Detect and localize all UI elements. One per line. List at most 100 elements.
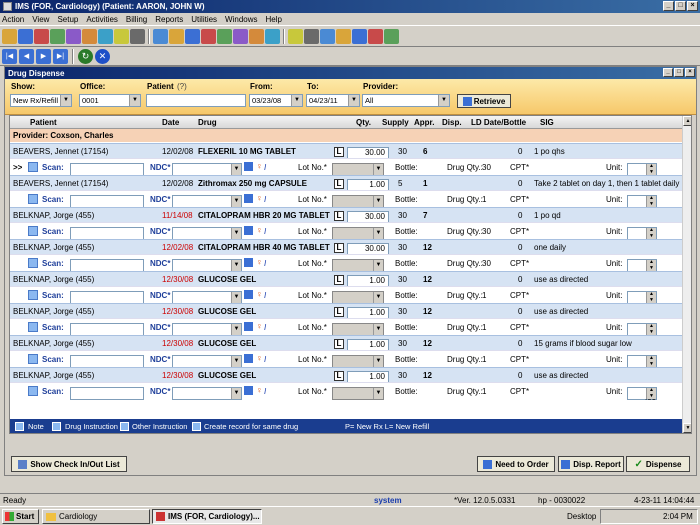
refill-l-icon[interactable]: L bbox=[334, 307, 344, 317]
taskbar-item-ims[interactable]: IMS (FOR, Cardiology)... bbox=[152, 509, 262, 524]
letter-icon[interactable] bbox=[185, 29, 200, 44]
next-record-icon[interactable]: ▶ bbox=[36, 48, 51, 64]
search-icon[interactable] bbox=[244, 322, 253, 331]
money-icon[interactable] bbox=[304, 29, 319, 44]
child-minimize-button[interactable]: _ bbox=[663, 68, 673, 77]
ledger-icon[interactable] bbox=[336, 29, 351, 44]
refill-l-icon[interactable]: L bbox=[334, 147, 344, 157]
ndc-select[interactable]: ▼ bbox=[172, 387, 242, 400]
table-row[interactable]: BEAVERS, Jennet (17154) 12/02/08 FLEXERIL … bbox=[10, 143, 682, 159]
cog-icon[interactable] bbox=[201, 29, 216, 44]
prev-record-icon[interactable]: ◀ bbox=[19, 48, 34, 64]
flask-icon[interactable] bbox=[153, 29, 168, 44]
patient-input[interactable] bbox=[146, 94, 246, 107]
note-icon[interactable] bbox=[28, 354, 38, 364]
menu-help[interactable]: Help bbox=[266, 15, 282, 24]
people-icon[interactable] bbox=[233, 29, 248, 44]
disp-report-button[interactable]: Disp. Report bbox=[558, 456, 624, 472]
note-icon[interactable] bbox=[28, 322, 38, 332]
report-icon[interactable] bbox=[265, 29, 280, 44]
office-select[interactable]: 0001 ▼ bbox=[79, 94, 141, 107]
note-icon[interactable] bbox=[28, 386, 38, 396]
spin-arrows-icon[interactable]: ▲ ▼ bbox=[646, 259, 656, 271]
person-icon[interactable]: ♀ bbox=[256, 385, 263, 395]
grid-vertical-scrollbar[interactable]: ▲ ▼ bbox=[682, 116, 691, 433]
start-button[interactable]: Start bbox=[2, 509, 39, 524]
to-date-field[interactable]: 04/23/11 ▼ bbox=[306, 94, 360, 107]
menu-setup[interactable]: Setup bbox=[57, 15, 78, 24]
refill-l-icon[interactable]: L bbox=[334, 275, 344, 285]
search-icon[interactable] bbox=[244, 226, 253, 235]
help-icon[interactable] bbox=[368, 29, 383, 44]
col-ld-date-bottle[interactable]: LD Date/Bottle bbox=[471, 118, 526, 127]
close-button[interactable]: × bbox=[687, 1, 698, 11]
spin-arrows-icon[interactable]: ▲ ▼ bbox=[646, 323, 656, 335]
search-icon[interactable] bbox=[244, 194, 253, 203]
table-row[interactable]: BELKNAP, Jorge (455) 11/14/08 CITALOPRAM H… bbox=[10, 207, 682, 223]
x-ray-icon[interactable] bbox=[169, 29, 184, 44]
info-icon[interactable]: I bbox=[264, 291, 266, 300]
info-icon[interactable]: I bbox=[264, 195, 266, 204]
dispense-button[interactable]: ✓ Dispense bbox=[626, 456, 690, 472]
refill-l-icon[interactable]: L bbox=[334, 179, 344, 189]
col-appr[interactable]: Appr. bbox=[414, 118, 434, 127]
refill-l-icon[interactable]: L bbox=[334, 371, 344, 381]
table-row[interactable]: BEAVERS, Jennet (17154) 12/02/08 Zithromax… bbox=[10, 175, 682, 191]
child-close-button[interactable]: × bbox=[685, 68, 695, 77]
doc-icon[interactable] bbox=[82, 29, 97, 44]
card-icon[interactable] bbox=[320, 29, 335, 44]
search-icon[interactable] bbox=[244, 386, 253, 395]
show-select[interactable]: New Rx/Refill ▼ bbox=[10, 94, 72, 107]
lot-select[interactable]: ▼ bbox=[332, 387, 384, 400]
col-supply[interactable]: Supply bbox=[382, 118, 409, 127]
menu-view[interactable]: View bbox=[32, 15, 49, 24]
cancel-icon[interactable]: ✕ bbox=[95, 48, 110, 64]
bell-icon[interactable] bbox=[249, 29, 264, 44]
person-icon[interactable]: ♀ bbox=[256, 353, 263, 363]
need-to-order-button[interactable]: Need to Order bbox=[477, 456, 555, 472]
minimize-button[interactable]: _ bbox=[663, 1, 674, 11]
search-icon[interactable] bbox=[244, 354, 253, 363]
note-icon[interactable] bbox=[50, 29, 65, 44]
spin-arrows-icon[interactable]: ▲ ▼ bbox=[646, 387, 656, 399]
col-qty[interactable]: Qty. bbox=[356, 118, 371, 127]
table-row[interactable]: BELKNAP, Jorge (455) 12/02/08 CITALOPRAM H… bbox=[10, 239, 682, 255]
table-row[interactable]: BELKNAP, Jorge (455) 12/30/08 GLUCOSE GEL L… bbox=[10, 335, 682, 351]
person-icon[interactable]: ♀ bbox=[256, 289, 263, 299]
scroll-down-icon[interactable]: ▼ bbox=[683, 423, 691, 433]
spin-arrows-icon[interactable]: ▲ ▼ bbox=[646, 355, 656, 367]
table-row[interactable]: BELKNAP, Jorge (455) 12/30/08 GLUCOSE GEL L… bbox=[10, 303, 682, 319]
menu-utilities[interactable]: Utilities bbox=[191, 15, 217, 24]
refresh-icon[interactable]: ↻ bbox=[78, 48, 93, 64]
retrieve-button[interactable]: Retrieve bbox=[457, 94, 511, 108]
refill-l-icon[interactable]: L bbox=[334, 243, 344, 253]
menu-activities[interactable]: Activities bbox=[86, 15, 118, 24]
info-icon[interactable]: I bbox=[264, 323, 266, 332]
child-maximize-button[interactable]: □ bbox=[674, 68, 684, 77]
calendar-icon[interactable] bbox=[34, 29, 49, 44]
person-icon[interactable]: ♀ bbox=[256, 193, 263, 203]
spin-arrows-icon[interactable]: ▲ ▼ bbox=[646, 291, 656, 303]
info-icon[interactable]: I bbox=[264, 355, 266, 364]
chart-icon[interactable] bbox=[130, 29, 145, 44]
col-sig[interactable]: SIG bbox=[540, 118, 554, 127]
menu-billing[interactable]: Billing bbox=[126, 15, 147, 24]
show-check-in-out-button[interactable]: Show Check In/Out List bbox=[11, 456, 127, 472]
rx-icon[interactable] bbox=[98, 29, 113, 44]
exit-icon[interactable] bbox=[384, 29, 399, 44]
scroll-up-icon[interactable]: ▲ bbox=[683, 116, 691, 126]
person-icon[interactable]: ♀ bbox=[256, 257, 263, 267]
person-icon[interactable]: ♀ bbox=[256, 161, 263, 171]
unit-stepper[interactable]: .00▲▼ bbox=[627, 387, 657, 402]
info-icon[interactable]: I bbox=[264, 227, 266, 236]
col-date[interactable]: Date bbox=[162, 118, 179, 127]
patients-icon[interactable] bbox=[18, 29, 33, 44]
desktop-toolbar-label[interactable]: Desktop bbox=[567, 512, 596, 521]
search-icon[interactable] bbox=[244, 162, 253, 171]
list-icon[interactable] bbox=[288, 29, 303, 44]
person-icon[interactable]: ♀ bbox=[256, 225, 263, 235]
note-icon[interactable] bbox=[28, 194, 38, 204]
note-icon[interactable] bbox=[28, 162, 38, 172]
person-icon[interactable]: ♀ bbox=[256, 321, 263, 331]
taskbar-item-cardiology[interactable]: Cardiology bbox=[42, 509, 150, 524]
